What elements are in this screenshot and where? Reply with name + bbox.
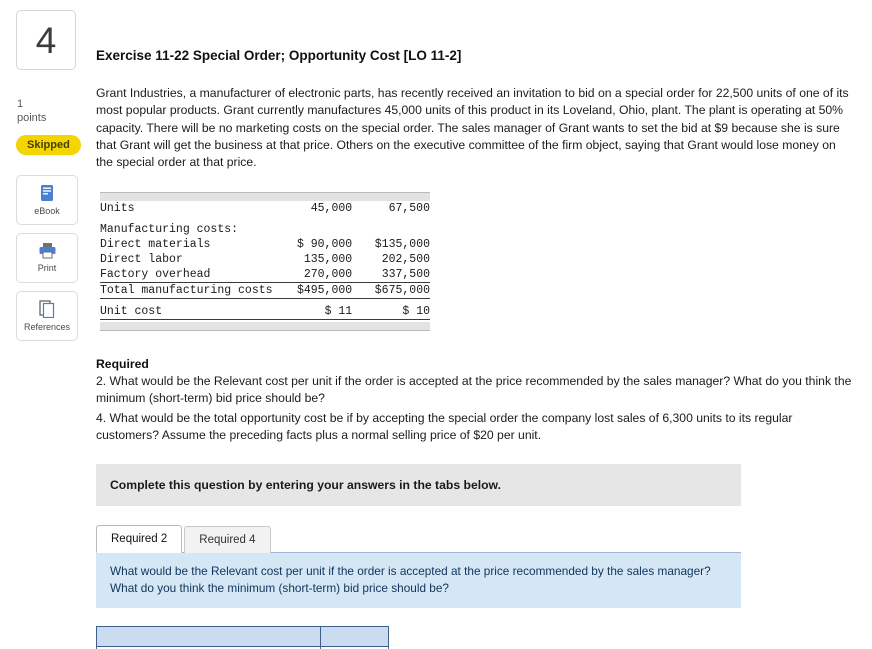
ebook-label: eBook (34, 205, 60, 216)
instruction-banner: Complete this question by entering your … (96, 464, 741, 507)
question-number-box: 4 (16, 10, 76, 70)
printer-icon (38, 242, 57, 259)
table-row: Manufacturing costs: (100, 222, 430, 237)
row-col1: $495,000 (272, 282, 353, 299)
ebook-button[interactable]: eBook (16, 174, 78, 225)
row-label: Total manufacturing costs (100, 282, 273, 299)
table-row: Units 45,000 67,500 (100, 201, 430, 216)
row-label: Factory overhead (100, 266, 273, 283)
tab-prompt: What would be the Relevant cost per unit… (96, 553, 741, 609)
print-label: Print (37, 263, 57, 273)
row-col2: 67,500 (388, 201, 430, 215)
answer-header-value (319, 626, 390, 648)
references-icon (39, 299, 55, 318)
row-label: Direct materials (100, 237, 211, 251)
answer-header-label (96, 626, 321, 648)
row-label: Units (100, 201, 135, 215)
row-col1: 270,000 (272, 266, 353, 283)
question-number: 4 (35, 19, 57, 61)
required-item-2: 2. What would be the Relevant cost per u… (96, 374, 852, 406)
table-row: Unit cost $ 11 $ 10 (100, 304, 430, 321)
tool-group: eBook Print References (16, 174, 78, 341)
row-col2: $135,000 (374, 237, 430, 251)
points-label: points (17, 111, 47, 124)
row-col1: 135,000 (303, 252, 353, 266)
exercise-body: Grant Industries, a manufacturer of elec… (96, 86, 849, 170)
table-row: Direct materials $ 90,000 $135,000 (100, 237, 430, 252)
table-row: Total manufacturing costs $495,000 $675,… (100, 282, 430, 299)
print-button[interactable]: Print (16, 232, 78, 283)
row-col2 (352, 222, 430, 237)
cost-table: Units 45,000 67,500 Manufacturing costs:… (100, 191, 430, 332)
row-col1: $ 90,000 (296, 237, 353, 251)
table-row: Factory overhead 270,000 337,500 (100, 266, 430, 283)
tab-bar: Required 2 Required 4 (96, 520, 741, 554)
book-icon (39, 184, 55, 202)
row-col2: 337,500 (352, 266, 430, 283)
points-value: 1 (17, 98, 24, 110)
row-col2: $ 10 (352, 304, 430, 321)
table-top-band (100, 191, 430, 201)
row-col1 (273, 222, 353, 237)
table-bottom-band (100, 322, 430, 332)
row-label: Direct labor (100, 252, 183, 266)
row-label: Manufacturing costs: (100, 222, 239, 236)
question-rail: 4 1 points Skipped eBook Print Reference… (16, 10, 81, 349)
row-col2: $675,000 (352, 282, 430, 299)
row-label: Unit cost (100, 304, 273, 321)
tab-required-4[interactable]: Required 4 (184, 526, 271, 554)
answer-table-header (96, 626, 390, 648)
required-item-4: 4. What would be the total opportunity c… (96, 410, 793, 443)
references-label: References (23, 321, 71, 332)
references-button[interactable]: References (16, 290, 78, 341)
row-col2: 202,500 (381, 252, 430, 266)
row-col1: 45,000 (310, 201, 353, 215)
points-block: 1 points (16, 98, 78, 126)
status-badge: Skipped (16, 134, 81, 155)
exercise-title: Exercise 11-22 Special Order; Opportunit… (96, 48, 462, 63)
answer-table: Relevant cost per unit Bid price per uni… (96, 626, 390, 649)
table-row: Direct labor 135,000 202,500 (100, 252, 430, 267)
row-col1: $ 11 (272, 304, 353, 321)
question-content: Exercise 11-22 Special Order; Opportunit… (96, 48, 856, 649)
tab-required-2[interactable]: Required 2 (96, 525, 183, 554)
question-page: 4 1 points Skipped eBook Print Reference… (0, 0, 872, 649)
required-heading: Required (96, 357, 149, 372)
